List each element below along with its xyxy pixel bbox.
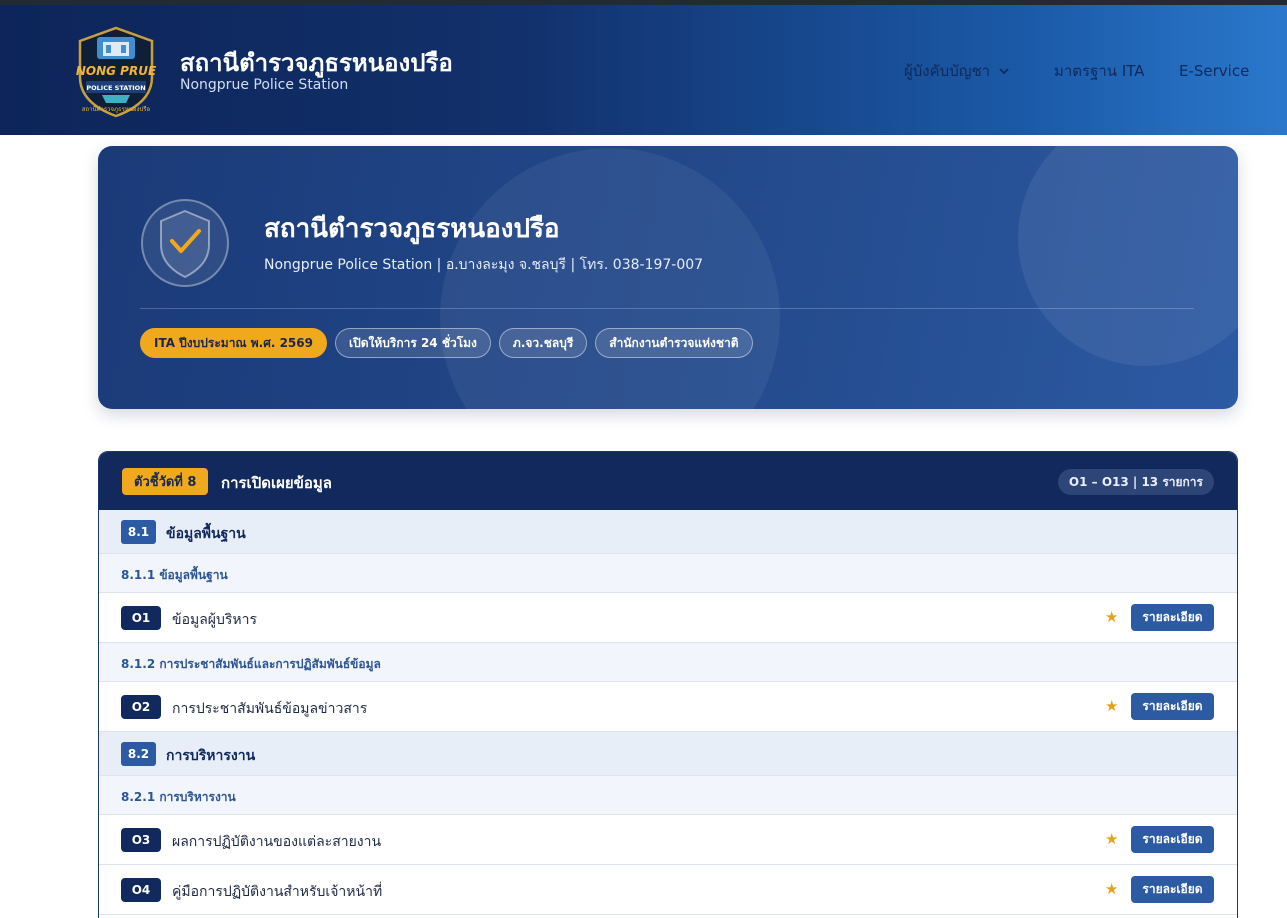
section-number: 8.2 [121, 742, 156, 766]
logo-text-top: NONG PRUE [76, 64, 157, 78]
indicator-card: ตัวชี้วัดที่ 8 การเปิดเผยข้อมูล O1 – O13… [98, 451, 1238, 918]
badge-ita-year: ITA ปีงบประมาณ พ.ศ. 2569 [140, 328, 327, 358]
chevron-down-icon [999, 68, 1009, 75]
section-row: 8.2 การบริหารงาน [99, 732, 1237, 776]
badge-24-hours: เปิดให้บริการ 24 ชั่วโมง [334, 328, 491, 358]
site-subtitle: Nongprue Police Station [180, 77, 349, 93]
section-row: 8.1 ข้อมูลพื้นฐาน [99, 510, 1237, 554]
item-code: O1 [121, 606, 161, 630]
indicator-header: ตัวชี้วัดที่ 8 การเปิดเผยข้อมูล O1 – O13… [99, 452, 1237, 510]
detail-button[interactable]: รายละเอียด [1131, 826, 1214, 853]
subsection-label: 8.1.2 การประชาสัมพันธ์และการปฏิสัมพันธ์ข… [121, 657, 381, 671]
nav-e-service-label: E-Service [1179, 62, 1250, 80]
list-item: O2 การประชาสัมพันธ์ข้อมูลข่าวสาร ★ รายละ… [99, 682, 1237, 732]
subsection-label: 8.1.1 ข้อมูลพื้นฐาน [121, 568, 228, 582]
item-code: O3 [121, 828, 161, 852]
indicator-badge: ตัวชี้วัดที่ 8 [122, 468, 209, 495]
hero-divider [140, 308, 1194, 309]
nav-ita-standard[interactable]: มาตรฐาน ITA [1054, 61, 1145, 81]
section-number: 8.1 [121, 520, 156, 544]
nav-commanders[interactable]: ผู้บังคับบัญชา [904, 61, 1010, 81]
subsection-row: 8.1.2 การประชาสัมพันธ์และการปฏิสัมพันธ์ข… [99, 643, 1237, 682]
indicator-title: การเปิดเผยข้อมูล [221, 474, 332, 492]
item-code: O2 [121, 695, 161, 719]
star-icon: ★ [1105, 880, 1119, 898]
section-label: ข้อมูลพื้นฐาน [166, 526, 246, 542]
station-logo[interactable]: NONG PRUE POLICE STATION สถานีตำรวจภูธรห… [72, 25, 160, 119]
star-icon: ★ [1105, 697, 1119, 715]
item-label: การประชาสัมพันธ์ข้อมูลข่าวสาร [172, 701, 368, 717]
site-header: NONG PRUE POLICE STATION สถานีตำรวจภูธรห… [0, 5, 1287, 135]
item-code: O4 [121, 878, 161, 902]
list-item: O1 ข้อมูลผู้บริหาร ★ รายละเอียด [99, 593, 1237, 643]
detail-button[interactable]: รายละเอียด [1131, 693, 1214, 720]
hero-badges: ITA ปีงบประมาณ พ.ศ. 2569 เปิดให้บริการ 2… [140, 328, 761, 358]
hero-title: สถานีตำรวจภูธรหนองปรือ [264, 214, 560, 244]
shield-check-icon [141, 199, 229, 287]
item-label: ผลการปฏิบัติงานของแต่ละสายงาน [172, 834, 382, 850]
subsection-row: 8.2.1 การบริหารงาน [99, 776, 1237, 815]
subsection-label: 8.2.1 การบริหารงาน [121, 790, 236, 804]
nav-ita-standard-label: มาตรฐาน ITA [1054, 62, 1145, 80]
hero-subtitle: Nongprue Police Station | อ.บางละมุง จ.ช… [264, 257, 704, 273]
list-item: O3 ผลการปฏิบัติงานของแต่ละสายงาน ★ รายละ… [99, 815, 1237, 865]
list-item: O4 คู่มือการปฏิบัติงานสำหรับเจ้าหน้าที่ … [99, 865, 1237, 915]
decor-circle [440, 148, 780, 409]
badge-national-police: สำนักงานตำรวจแห่งชาติ [595, 328, 753, 358]
nav-commanders-label: ผู้บังคับบัญชา [904, 62, 991, 80]
nav-e-service[interactable]: E-Service [1179, 61, 1249, 81]
indicator-count: O1 – O13 | 13 รายการ [1057, 469, 1214, 495]
star-icon: ★ [1105, 830, 1119, 848]
item-label: ข้อมูลผู้บริหาร [172, 612, 258, 628]
detail-button[interactable]: รายละเอียด [1131, 876, 1214, 903]
star-icon: ★ [1105, 608, 1119, 626]
badge-province: ภ.จว.ชลบุรี [498, 328, 588, 358]
hero-banner: สถานีตำรวจภูธรหนองปรือ Nongprue Police S… [98, 146, 1238, 409]
section-label: การบริหารงาน [166, 748, 256, 764]
decor-circle [1018, 146, 1238, 366]
item-label: คู่มือการปฏิบัติงานสำหรับเจ้าหน้าที่ [172, 884, 383, 900]
subsection-row: 8.1.1 ข้อมูลพื้นฐาน [99, 554, 1237, 593]
logo-text-band: POLICE STATION [86, 84, 145, 92]
detail-button[interactable]: รายละเอียด [1131, 604, 1214, 631]
logo-text-arc: สถานีตำรวจภูธรหนองปรือ [82, 105, 151, 113]
